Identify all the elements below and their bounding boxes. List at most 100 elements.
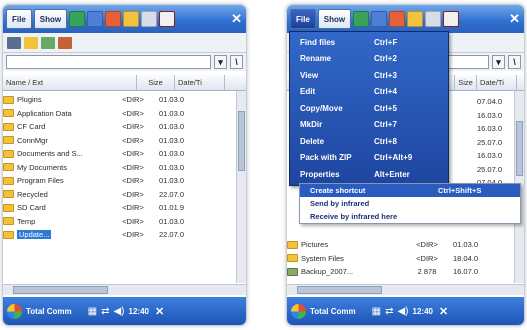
folder-tool-icon[interactable] <box>407 11 424 27</box>
right-screen: File Show ✕ ▾ \ Size Date/Ti 07.04.0 16.… <box>286 4 525 326</box>
file-name: System Files <box>301 253 344 263</box>
menu-item-create-shortcut[interactable]: Create shortcut Ctrl+Shift+S <box>300 184 520 197</box>
horizontal-scrollbar[interactable] <box>3 284 246 295</box>
file-size: 2 878 <box>417 267 437 277</box>
open-folder-icon[interactable] <box>24 36 38 49</box>
vertical-scrollbar[interactable] <box>236 91 246 283</box>
vertical-scroll-thumb[interactable] <box>238 111 245 171</box>
file-name: Update... <box>17 230 52 240</box>
menu-item-send-infrared[interactable]: Send by infrared <box>300 197 520 210</box>
column-date[interactable]: Date/Ti <box>477 75 517 90</box>
window-icon[interactable] <box>443 11 460 27</box>
list-item[interactable]: SD Card <DIR> 01.01.9 <box>3 201 234 215</box>
folder-icon <box>287 254 298 263</box>
refresh-icon[interactable] <box>69 11 86 27</box>
close-icon[interactable]: ✕ <box>439 305 448 318</box>
list-item[interactable]: Temp <DIR> 01.03.0 <box>3 215 234 229</box>
taskbar-app-label[interactable]: Total Comm <box>26 307 72 316</box>
file-date: 01.03.0 <box>159 149 185 159</box>
folder-tool-icon[interactable] <box>123 11 140 27</box>
keyboard-icon[interactable]: ▦ <box>372 306 381 317</box>
list-item[interactable]: Pictures <DIR> 01.03.0 <box>287 238 512 252</box>
list-item[interactable]: Documents and S... <DIR> 01.03.0 <box>3 147 234 161</box>
column-size[interactable]: Size <box>137 75 175 90</box>
speaker-icon[interactable]: ◀) <box>113 306 124 317</box>
file-size: <DIR> <box>122 189 144 199</box>
start-icon[interactable] <box>7 303 22 319</box>
keyboard-icon[interactable]: ▦ <box>88 306 97 317</box>
menu-item-shortcut: Alt+Enter <box>374 169 410 179</box>
file-date: 01.03.0 <box>159 176 185 186</box>
clock[interactable]: 12:40 <box>413 307 433 316</box>
file-size: <DIR> <box>122 95 144 105</box>
close-icon[interactable]: ✕ <box>155 305 164 318</box>
compare-icon[interactable] <box>141 11 158 27</box>
close-icon[interactable]: ✕ <box>231 11 242 27</box>
file-size: <DIR> <box>122 135 144 145</box>
properties-submenu: Create shortcut Ctrl+Shift+S Send by infr… <box>299 183 521 224</box>
list-item[interactable]: CF Card <DIR> 01.03.0 <box>3 120 234 134</box>
file-menu-button[interactable]: File <box>290 9 316 29</box>
show-menu-button[interactable]: Show <box>317 9 352 29</box>
list-item[interactable]: Backup_2007... 2 878 16.07.0 <box>287 265 512 279</box>
list-item[interactable]: System Files <DIR> 18.04.0 <box>287 252 512 266</box>
horizontal-scroll-thumb[interactable] <box>297 286 382 294</box>
menu-item-receive-infrared[interactable]: Receive by infrared here <box>300 210 520 223</box>
folder-icon <box>3 176 14 185</box>
file-date: 16.03.0 <box>477 110 503 120</box>
file-menu-button[interactable]: File <box>6 9 32 29</box>
list-item[interactable]: Plugins <DIR> 01.03.0 <box>3 93 234 107</box>
menu-item-view[interactable]: View Ctrl+3 <box>290 67 448 84</box>
column-size[interactable]: Size <box>455 75 477 90</box>
dropdown-arrow-icon[interactable]: ▾ <box>214 55 227 69</box>
view-icon[interactable] <box>87 11 104 27</box>
root-button[interactable]: \ <box>230 55 243 69</box>
horizontal-scroll-thumb[interactable] <box>13 286 108 294</box>
start-icon[interactable] <box>291 303 306 319</box>
network-icon[interactable]: ⇄ <box>101 306 109 317</box>
taskbar-app-label[interactable]: Total Comm <box>310 307 356 316</box>
menu-item-mkdir[interactable]: MkDir Ctrl+7 <box>290 117 448 134</box>
edit-icon[interactable] <box>105 11 122 27</box>
list-item[interactable]: ConnMgr <DIR> 01.03.0 <box>3 134 234 148</box>
clock[interactable]: 12:40 <box>129 307 149 316</box>
path-input[interactable] <box>6 55 211 69</box>
menu-item-label: Pack with ZIP <box>300 153 352 163</box>
menu-item-find-files[interactable]: Find files Ctrl+F <box>290 34 448 51</box>
column-date[interactable]: Date/Ti <box>175 75 225 90</box>
menu-item-properties[interactable]: Properties Alt+Enter <box>290 166 448 183</box>
compare-icon[interactable] <box>425 11 442 27</box>
list-item[interactable]: Application Data <DIR> 01.03.0 <box>3 107 234 121</box>
root-button[interactable]: \ <box>508 55 521 69</box>
menu-item-pack-zip[interactable]: Pack with ZIP Ctrl+Alt+9 <box>290 150 448 167</box>
favorites-icon[interactable] <box>58 36 72 49</box>
list-item-selected[interactable]: Update... <DIR> 22.07.0 <box>3 228 234 242</box>
menu-item-shortcut: Ctrl+5 <box>374 103 397 113</box>
menu-item-rename[interactable]: Rename Ctrl+2 <box>290 51 448 68</box>
view-icon[interactable] <box>371 11 388 27</box>
menu-item-edit[interactable]: Edit Ctrl+4 <box>290 84 448 101</box>
show-menu-button[interactable]: Show <box>33 9 68 29</box>
tree-icon[interactable] <box>7 36 21 49</box>
file-date: 01.03.0 <box>159 122 185 132</box>
edit-icon[interactable] <box>389 11 406 27</box>
horizontal-scrollbar[interactable] <box>287 284 524 295</box>
file-date: 01.03.0 <box>159 162 185 172</box>
list-item[interactable]: Program Files <DIR> 01.03.0 <box>3 174 234 188</box>
list-item[interactable]: My Documents <DIR> 01.03.0 <box>3 161 234 175</box>
network-icon[interactable]: ⇄ <box>385 306 393 317</box>
document-icon[interactable] <box>41 36 55 49</box>
vertical-scroll-thumb[interactable] <box>516 121 523 176</box>
speaker-icon[interactable]: ◀) <box>397 306 408 317</box>
list-item[interactable]: Recycled <DIR> 22.07.0 <box>3 188 234 202</box>
menu-item-copy-move[interactable]: Copy/Move Ctrl+5 <box>290 100 448 117</box>
file-name: Backup_2007... <box>301 267 354 277</box>
refresh-icon[interactable] <box>353 11 370 27</box>
menu-item-label: Edit <box>300 87 316 97</box>
file-date: 01.01.9 <box>159 203 185 213</box>
window-icon[interactable] <box>159 11 176 27</box>
column-name[interactable]: Name / Ext <box>3 75 137 90</box>
dropdown-arrow-icon[interactable]: ▾ <box>492 55 505 69</box>
close-icon[interactable]: ✕ <box>509 11 520 27</box>
menu-item-delete[interactable]: Delete Ctrl+8 <box>290 133 448 150</box>
